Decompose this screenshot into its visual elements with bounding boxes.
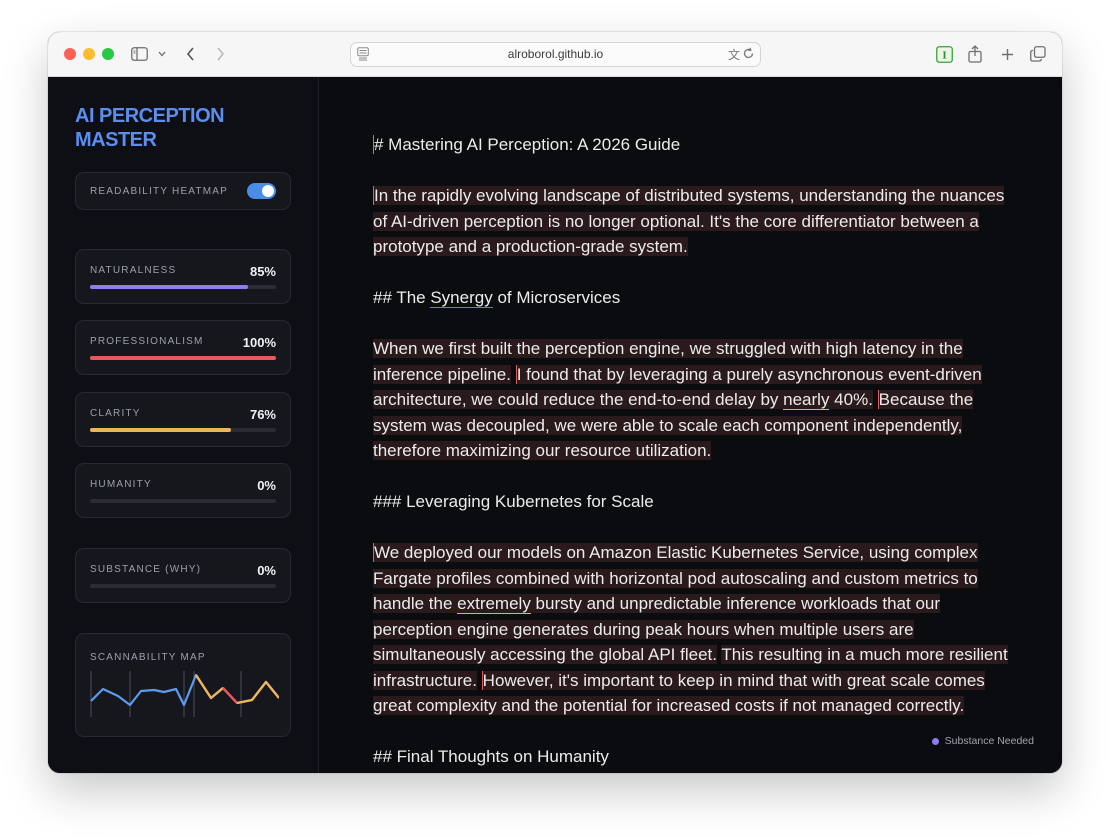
- metric-track: [90, 285, 276, 289]
- heading-text: of Microservices: [492, 288, 621, 307]
- sentence-text: 40%.: [829, 390, 873, 409]
- paragraph-kubernetes: We deployed our models on Amazon Elastic…: [373, 540, 1023, 719]
- metric-label: HUMANITY: [90, 479, 152, 490]
- paragraph-latency: When we first built the perception engin…: [373, 336, 1023, 464]
- new-tab-icon[interactable]: [998, 44, 1016, 64]
- brand-line-2: MASTER: [75, 129, 157, 151]
- metric-card-clarity: CLARITY 76%: [75, 392, 291, 447]
- metric-track: [90, 584, 276, 588]
- document[interactable]: # Mastering AI Perception: A 2026 Guide …: [373, 132, 1023, 773]
- metric-value: 0%: [257, 478, 276, 493]
- flagged-word-extremely[interactable]: extremely: [457, 594, 531, 614]
- scannability-sparkline: [90, 671, 279, 717]
- legend-label: Substance Needed: [944, 735, 1034, 747]
- translate-icon[interactable]: 文: [728, 46, 740, 63]
- app-brand: AI PERCEPTION MASTER: [75, 104, 275, 152]
- metric-label: SUBSTANCE (WHY): [90, 564, 202, 575]
- browser-toolbar: alroborol.github.io 文 I: [48, 32, 1062, 77]
- reload-icon[interactable]: [742, 47, 755, 65]
- back-icon[interactable]: [182, 44, 198, 64]
- zoom-window-button[interactable]: [102, 48, 114, 60]
- readability-heatmap-toggle[interactable]: [247, 183, 276, 199]
- legend-dot: [931, 737, 939, 745]
- metric-fill: [90, 285, 249, 289]
- metric-track: [90, 428, 276, 432]
- minimize-window-button[interactable]: [83, 48, 95, 60]
- heading-h2-synergy: ## The Synergy of Microservices: [373, 285, 1023, 311]
- metric-value: 85%: [249, 264, 276, 279]
- metric-card-professionalism: PROFESSIONALISM 100%: [75, 320, 291, 375]
- extension-icon[interactable]: I: [935, 44, 953, 64]
- scannability-map-card: SCANNABILITY MAP: [75, 633, 291, 737]
- metric-label: CLARITY: [90, 408, 141, 419]
- close-window-button[interactable]: [64, 48, 76, 60]
- sidebar: AI PERCEPTION MASTER READABILITY HEATMAP…: [48, 77, 319, 773]
- metric-value: 76%: [249, 407, 276, 422]
- chevron-down-icon[interactable]: [156, 44, 168, 64]
- metric-card-naturalness: NATURALNESS 85%: [75, 249, 291, 304]
- metric-track: [90, 499, 276, 503]
- metric-fill: [90, 356, 276, 360]
- toggle-knob: [262, 185, 274, 197]
- metric-value: 0%: [257, 563, 276, 578]
- heading-h3: ### Leveraging Kubernetes for Scale: [373, 492, 654, 511]
- metric-value: 100%: [242, 335, 276, 350]
- scannability-map-label: SCANNABILITY MAP: [90, 652, 206, 663]
- url-text: alroborol.github.io: [507, 47, 604, 61]
- metric-card-humanity: HUMANITY 0%: [75, 463, 291, 518]
- flagged-word-synergy[interactable]: Synergy: [430, 288, 493, 308]
- readability-heatmap-card: READABILITY HEATMAP: [75, 172, 291, 210]
- metric-card-substance: SUBSTANCE (WHY) 0%: [75, 548, 291, 603]
- paragraph-intro: In the rapidly evolving landscape of dis…: [373, 186, 1005, 256]
- legend: Substance Needed: [931, 735, 1034, 747]
- sidebar-toggle-icon[interactable]: [130, 44, 148, 64]
- heading-h1: # Mastering AI Perception: A 2026 Guide: [373, 135, 681, 154]
- metric-fill: [90, 428, 232, 432]
- metric-label: PROFESSIONALISM: [90, 336, 204, 347]
- heading-h2-final: ## Final Thoughts on Humanity: [373, 747, 609, 766]
- forward-icon[interactable]: [212, 44, 228, 64]
- metric-track: [90, 356, 276, 360]
- svg-text:I: I: [942, 49, 946, 61]
- browser-window: alroborol.github.io 文 I AI PERCEPTION MA…: [48, 32, 1062, 773]
- flagged-word-nearly[interactable]: nearly: [783, 390, 830, 410]
- tab-overview-icon[interactable]: [1029, 44, 1047, 64]
- share-icon[interactable]: [966, 44, 984, 64]
- heading-text: ## The: [373, 288, 431, 307]
- metric-label: NATURALNESS: [90, 265, 177, 276]
- editor-pane[interactable]: # Mastering AI Perception: A 2026 Guide …: [319, 77, 1062, 773]
- address-bar[interactable]: alroborol.github.io 文: [350, 42, 761, 67]
- readability-heatmap-label: READABILITY HEATMAP: [90, 186, 229, 197]
- brand-line-1: AI PERCEPTION: [75, 105, 225, 127]
